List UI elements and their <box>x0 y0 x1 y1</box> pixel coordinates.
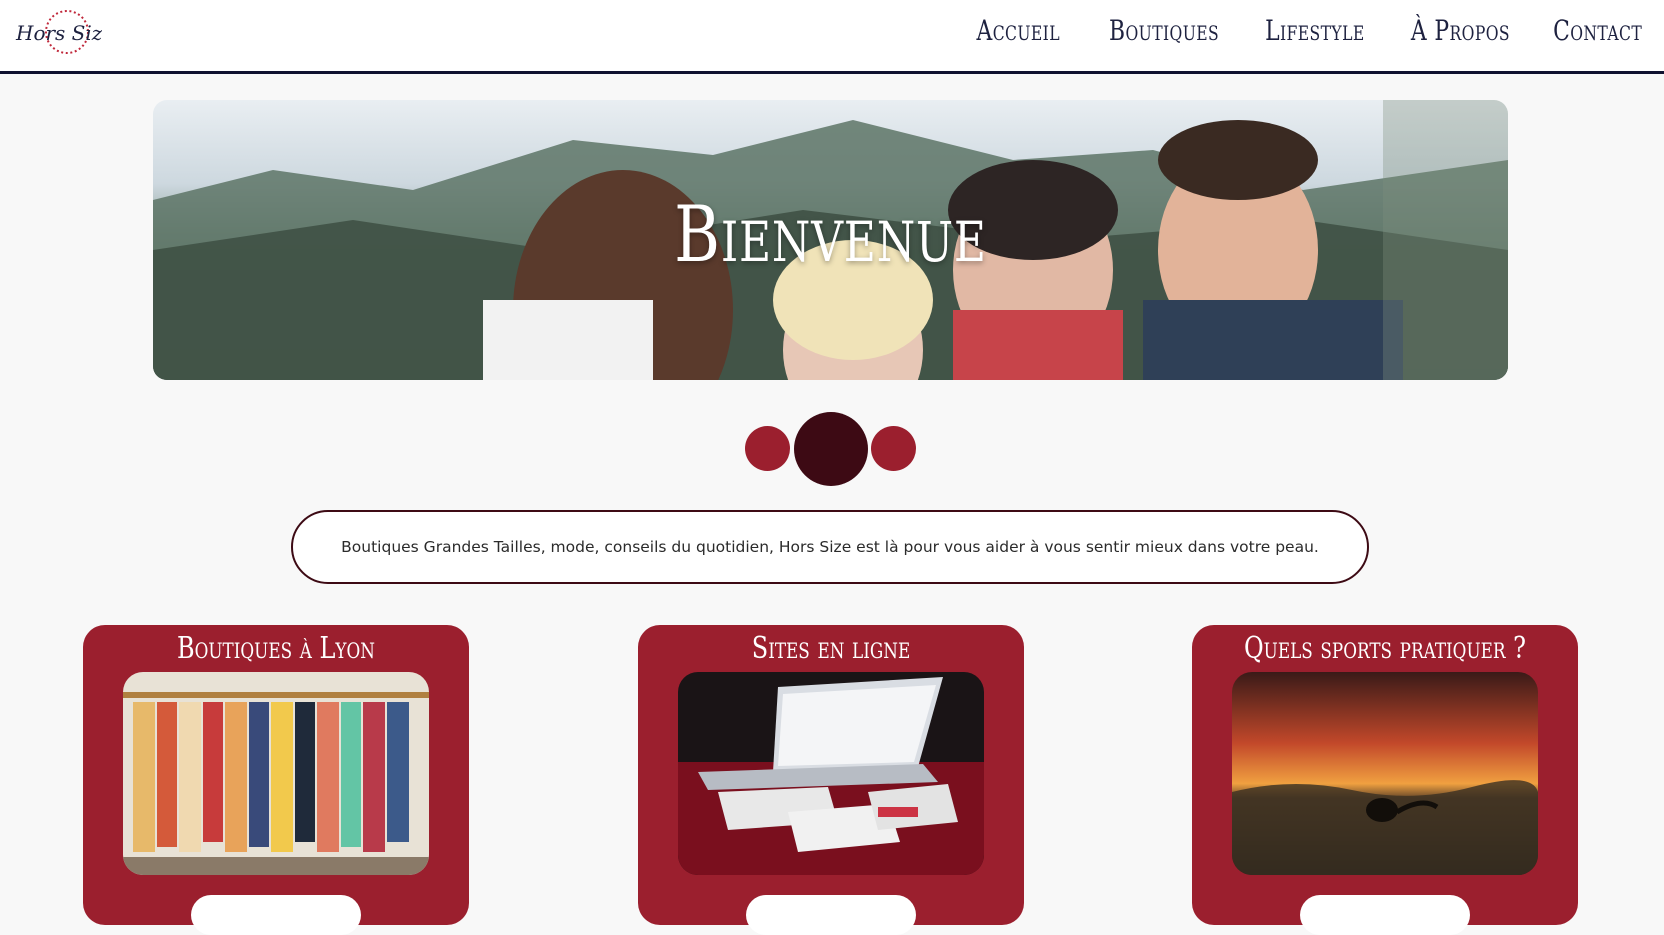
logo-text: Hors Size <box>15 21 102 45</box>
card-sports[interactable]: Quels sports pratiquer ? <box>1192 625 1578 935</box>
hero-banner: Bienvenue <box>153 100 1508 380</box>
intro-box: Boutiques Grandes Tailles, mode, conseil… <box>291 510 1369 584</box>
logo[interactable]: Hors Size <box>12 6 114 58</box>
site-header: Hors Size Accueil Boutiques Lifestyle À … <box>0 0 1664 74</box>
card-sites-en-ligne[interactable]: Sites en ligne <box>638 625 1024 935</box>
logo-mark: Hors Size <box>15 10 114 54</box>
nav-contact[interactable]: Contact <box>1553 14 1642 47</box>
main-nav: Accueil Boutiques Lifestyle À Propos Con… <box>953 14 1642 47</box>
intro-text: Boutiques Grandes Tailles, mode, conseil… <box>341 538 1319 556</box>
card-button[interactable] <box>1300 895 1470 935</box>
nav-accueil[interactable]: Accueil <box>977 14 1060 47</box>
carousel-indicators <box>0 412 1664 486</box>
carousel-dot-3[interactable] <box>871 426 916 471</box>
card-title: Quels sports pratiquer ? <box>1243 631 1527 666</box>
carousel-dot-2-active[interactable] <box>794 412 868 486</box>
card-image-laptop[interactable] <box>678 672 984 875</box>
card-title: Sites en ligne <box>751 631 911 666</box>
card-image-clothes-rack[interactable] <box>123 672 429 875</box>
card-button[interactable] <box>746 895 916 935</box>
card-title: Boutiques à Lyon <box>176 631 375 666</box>
card-button[interactable] <box>191 895 361 935</box>
card-boutiques-lyon[interactable]: Boutiques à Lyon <box>83 625 469 935</box>
nav-lifestyle[interactable]: Lifestyle <box>1265 14 1365 47</box>
nav-a-propos[interactable]: À Propos <box>1411 14 1510 47</box>
card-image-sea-sunset[interactable] <box>1232 672 1538 875</box>
hero-title: Bienvenue <box>674 190 987 280</box>
nav-boutiques[interactable]: Boutiques <box>1109 14 1219 47</box>
carousel-dot-1[interactable] <box>745 426 790 471</box>
